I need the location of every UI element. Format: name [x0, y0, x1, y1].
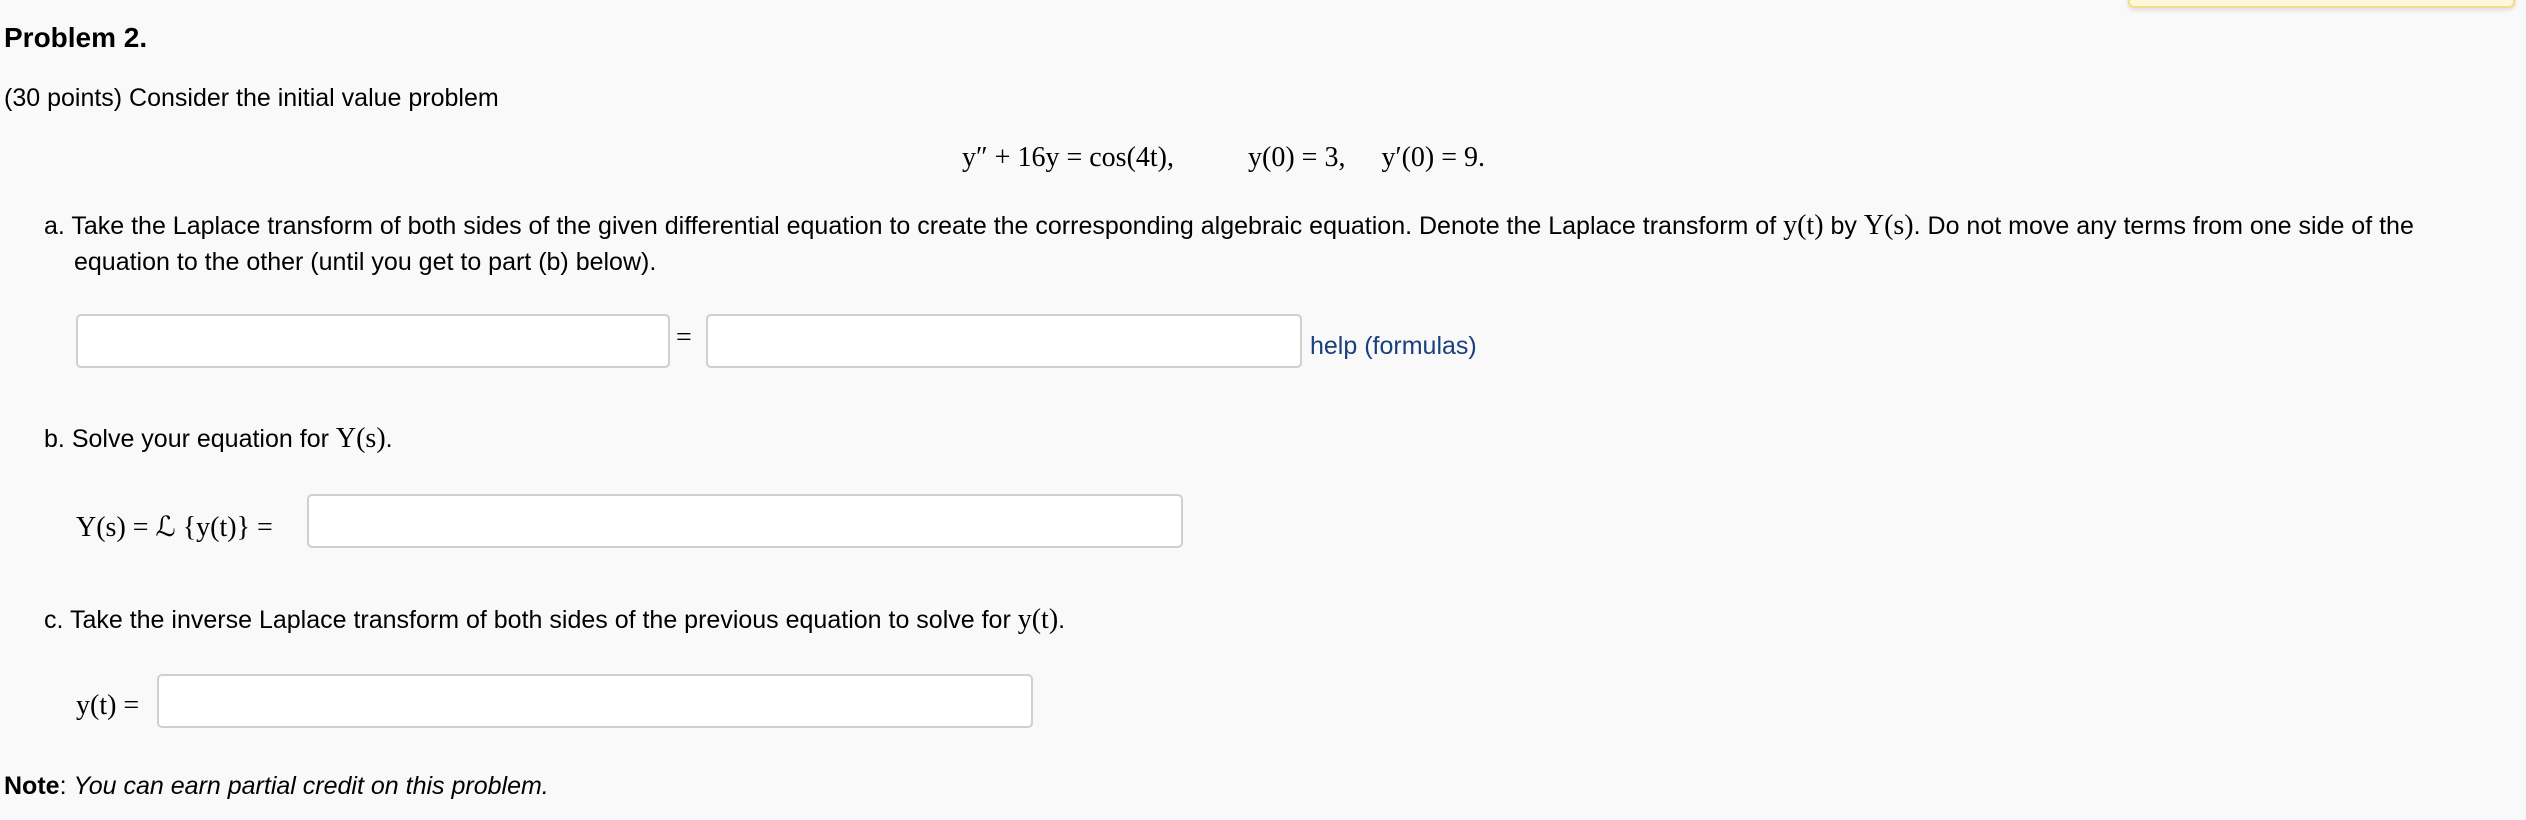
- part-b-text: Solve your equation for: [71, 425, 329, 453]
- part-c-marker: c.: [44, 606, 64, 634]
- part-b-input[interactable]: [307, 494, 1183, 548]
- part-a: a. Take the Laplace transform of both si…: [44, 208, 2484, 280]
- note-text: You can earn partial credit on this prob…: [73, 772, 549, 800]
- yt-symbol: y(t): [1783, 210, 1824, 241]
- part-b: b. Solve your equation for Y(s).: [44, 423, 393, 455]
- part-c: c. Take the inverse Laplace transform of…: [44, 604, 1065, 636]
- part-b-marker: b.: [44, 425, 65, 453]
- part-c-text: Take the inverse Laplace transform of bo…: [69, 606, 1011, 634]
- part-a-equals: =: [676, 322, 692, 353]
- part-a-right-input[interactable]: [706, 314, 1302, 368]
- corner-panel: [2128, 0, 2515, 8]
- part-c-end: .: [1058, 606, 1066, 634]
- note-label: Note: [4, 772, 60, 800]
- ivp-equation: y″ + 16y = cos(4t), y(0) = 3, y′(0) = 9.: [962, 142, 1485, 174]
- help-formulas-link[interactable]: help (formulas): [1310, 332, 1477, 361]
- part-c-label: y(t) =: [76, 690, 140, 721]
- part-a-text-2: . Do not move any terms from one side of…: [1913, 212, 2414, 240]
- part-a-left-input[interactable]: [76, 314, 670, 368]
- part-a-text-3: equation to the other (until you get to …: [74, 248, 657, 276]
- part-a-marker: a.: [44, 212, 65, 240]
- problem-title: Problem 2.: [4, 22, 148, 53]
- Ys-symbol: Y(s): [335, 423, 386, 454]
- Ys-symbol: Y(s): [1863, 210, 1914, 241]
- initial-condition-2: y′(0) = 9.: [1381, 142, 1486, 173]
- part-c-input[interactable]: [157, 674, 1033, 728]
- by-text: by: [1830, 212, 1857, 240]
- initial-condition-1: y(0) = 3,: [1248, 142, 1346, 173]
- part-a-text: Take the Laplace transform of both sides…: [71, 212, 1777, 240]
- part-b-label: Y(s) = ℒ {y(t)} =: [76, 512, 273, 543]
- yt-symbol: y(t): [1017, 604, 1059, 635]
- part-b-end: .: [385, 425, 393, 453]
- problem-intro: (30 points) Consider the initial value p…: [4, 84, 499, 112]
- partial-credit-note: Note: You can earn partial credit on thi…: [4, 772, 549, 800]
- ode-text: y″ + 16y = cos(4t),: [962, 142, 1174, 173]
